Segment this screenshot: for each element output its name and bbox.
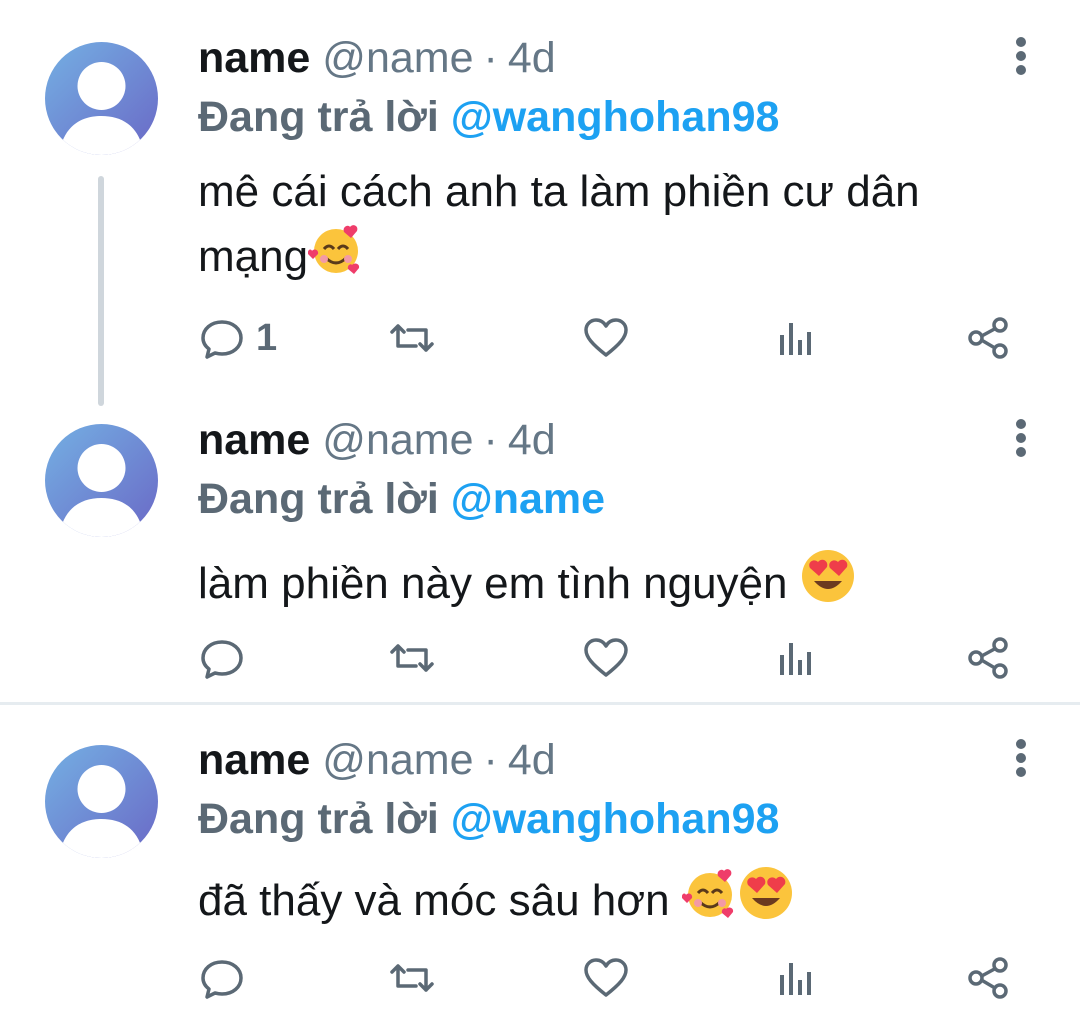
avatar[interactable]: [45, 42, 158, 155]
default-avatar-icon: [45, 42, 158, 155]
default-avatar-icon: [45, 424, 158, 537]
replying-to: Đang trả lời @wanghohan98: [198, 790, 779, 848]
action-bar: [198, 633, 1028, 683]
timestamp[interactable]: 4d: [508, 34, 556, 82]
replying-prefix: Đang trả lời: [198, 93, 439, 141]
tweet-header: name @name · 4d: [198, 28, 556, 88]
share-icon: [968, 317, 1008, 359]
heart-icon: [584, 318, 628, 357]
replying-to: Đang trả lời @name: [198, 470, 605, 528]
action-bar: 1: [198, 313, 1028, 363]
tweet-1[interactable]: name @name · 4d Đang trả lời @wanghohan98 …: [0, 0, 1080, 410]
share-button[interactable]: [966, 633, 1012, 683]
analytics-button[interactable]: [776, 313, 816, 363]
action-bar: [198, 953, 1028, 1003]
reply-icon: [201, 960, 243, 999]
tweet-text-fragment: mạng: [198, 232, 309, 281]
mention-link[interactable]: @wanghohan98: [451, 795, 780, 843]
tweet-2[interactable]: name @name · 4d Đang trả lời @name làm phi…: [0, 410, 1080, 702]
handle[interactable]: @name: [322, 416, 473, 464]
like-button[interactable]: [582, 633, 630, 683]
reply-icon: [201, 320, 243, 359]
tweet-header: name @name · 4d: [198, 730, 556, 790]
mention-link[interactable]: @name: [451, 475, 605, 523]
avatar[interactable]: [45, 745, 158, 858]
reply-button[interactable]: [198, 633, 298, 683]
share-icon: [968, 637, 1008, 679]
reply-button[interactable]: 1: [198, 313, 298, 363]
share-button[interactable]: [966, 953, 1012, 1003]
smiling-face-with-hearts-icon: [307, 221, 364, 292]
tweet-text-line: mê cái cách anh ta làm phiền cư dân: [198, 167, 920, 216]
replying-prefix: Đang trả lời: [198, 475, 439, 523]
reply-count: 1: [256, 317, 278, 359]
display-name[interactable]: name: [198, 416, 310, 464]
more-options-icon[interactable]: [1006, 738, 1036, 782]
replying-prefix: Đang trả lời: [198, 795, 439, 843]
analytics-icon: [780, 323, 811, 355]
heart-icon: [584, 958, 628, 997]
display-name[interactable]: name: [198, 34, 310, 82]
analytics-button[interactable]: [776, 953, 816, 1003]
handle[interactable]: @name: [322, 34, 473, 82]
tweet-text-fragment: đã thấy và móc sâu hơn: [198, 876, 682, 925]
handle[interactable]: @name: [322, 736, 473, 784]
replying-to: Đang trả lời @wanghohan98: [198, 88, 779, 146]
retweet-button[interactable]: [386, 633, 438, 683]
retweet-icon: [390, 964, 434, 992]
retweet-button[interactable]: [386, 313, 438, 363]
heart-eyes-icon: [738, 865, 794, 936]
tweet-text-fragment: làm phiền này em tình nguyện: [198, 559, 800, 608]
reply-button[interactable]: [198, 953, 298, 1003]
mention-link[interactable]: @wanghohan98: [451, 93, 780, 141]
separator: ·: [483, 34, 498, 82]
analytics-button[interactable]: [776, 633, 816, 683]
timestamp[interactable]: 4d: [508, 736, 556, 784]
like-button[interactable]: [582, 953, 630, 1003]
separator: ·: [483, 416, 498, 464]
more-options-icon[interactable]: [1006, 418, 1036, 462]
separator: ·: [483, 736, 498, 784]
default-avatar-icon: [45, 745, 158, 858]
analytics-icon: [780, 643, 811, 675]
retweet-button[interactable]: [386, 953, 438, 1003]
share-button[interactable]: [966, 313, 1012, 363]
heart-eyes-icon: [800, 548, 856, 619]
more-options-icon[interactable]: [1006, 36, 1036, 80]
reply-icon: [201, 640, 243, 679]
timestamp[interactable]: 4d: [508, 416, 556, 464]
analytics-icon: [780, 963, 811, 995]
retweet-icon: [390, 644, 434, 672]
avatar[interactable]: [45, 424, 158, 537]
thread-line: [98, 176, 104, 406]
share-icon: [968, 957, 1008, 999]
tweet-text: đã thấy và móc sâu hơn: [198, 865, 1048, 936]
retweet-icon: [390, 324, 434, 352]
tweet-text: mê cái cách anh ta làm phiền cư dân mạng: [198, 163, 1048, 292]
smiling-face-with-hearts-icon: [681, 865, 738, 936]
like-button[interactable]: [582, 313, 630, 363]
heart-icon: [584, 638, 628, 677]
tweet-text-line: mạng: [198, 221, 1048, 292]
tweet-header: name @name · 4d: [198, 410, 556, 470]
display-name[interactable]: name: [198, 736, 310, 784]
tweet-3[interactable]: name @name · 4d Đang trả lời @wanghohan98 …: [0, 705, 1080, 1021]
tweet-text: làm phiền này em tình nguyện: [198, 548, 1048, 619]
